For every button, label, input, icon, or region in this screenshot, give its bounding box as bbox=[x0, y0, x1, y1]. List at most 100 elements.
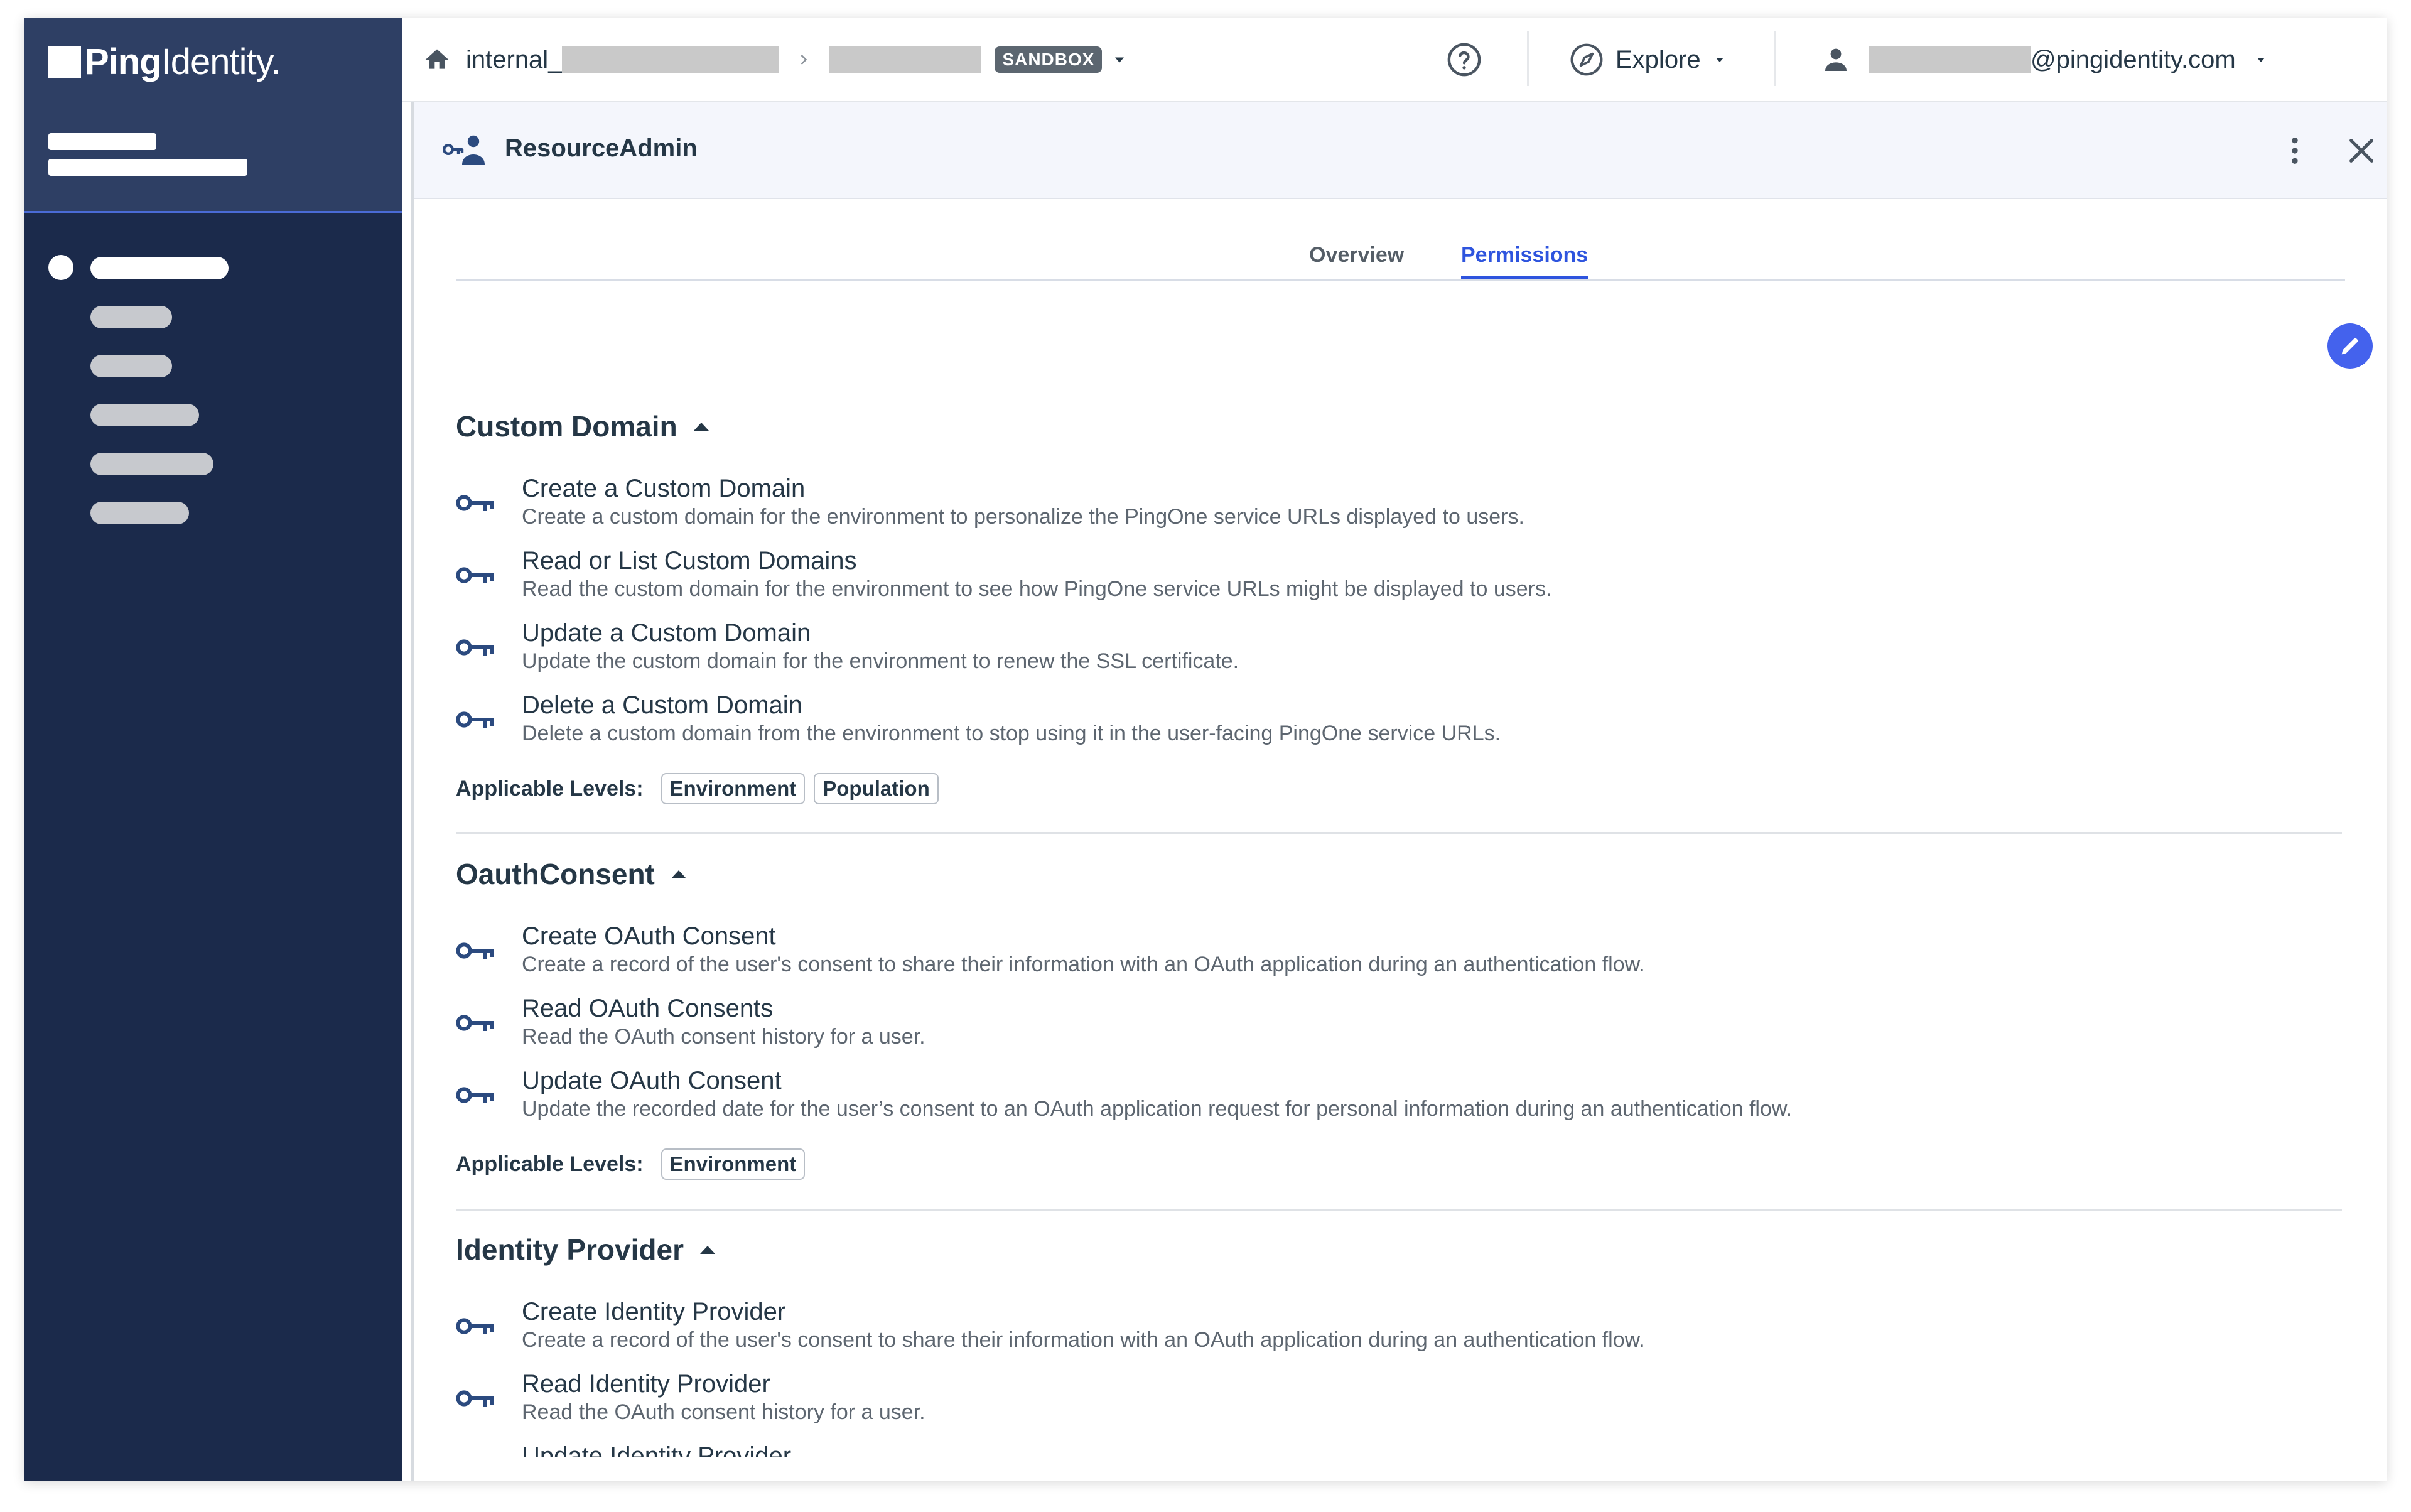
applicable-levels-label: Applicable Levels: bbox=[456, 1152, 644, 1176]
explore-label: Explore bbox=[1615, 45, 1701, 73]
permission-name: Create a Custom Domain bbox=[522, 475, 806, 502]
logo-mark bbox=[48, 45, 81, 78]
breadcrumb-environment-label: internal_ bbox=[466, 45, 563, 73]
permission-description: Read the OAuth consent history for a use… bbox=[522, 1025, 925, 1049]
logo-bold-text: Ping bbox=[85, 41, 162, 82]
permission-description: Update the custom domain for the environ… bbox=[522, 649, 1239, 673]
permission-group-title: Custom Domain bbox=[456, 410, 677, 443]
sidebar-item[interactable] bbox=[90, 355, 172, 377]
permission-group-header[interactable]: Identity Provider bbox=[456, 1231, 2342, 1268]
permission-group: Identity Provider bbox=[456, 1231, 2342, 1268]
caret-up-icon bbox=[671, 870, 686, 878]
sidebar-item[interactable] bbox=[90, 306, 172, 328]
environment-type-badge: SANDBOX bbox=[995, 46, 1103, 73]
caret-up-icon bbox=[693, 422, 709, 431]
chevron-down-icon bbox=[2253, 52, 2268, 67]
permission-group-title: OauthConsent bbox=[456, 858, 655, 890]
key-icon bbox=[456, 564, 495, 589]
permission-name: Update OAuth Consent bbox=[522, 1067, 782, 1094]
redacted-environment-name bbox=[562, 46, 779, 73]
key-icon bbox=[456, 1388, 495, 1412]
tab-bar: Overview Permissions bbox=[456, 243, 2345, 281]
key-icon bbox=[456, 709, 495, 733]
breadcrumb-environment[interactable]: internal_ bbox=[466, 46, 779, 74]
applicable-levels: Applicable Levels: Environment bbox=[456, 1148, 814, 1180]
level-chip: Environment bbox=[661, 1148, 806, 1180]
permission-description: Read the OAuth consent history for a use… bbox=[522, 1400, 925, 1424]
help-icon[interactable] bbox=[1446, 41, 1482, 78]
user-menu[interactable]: @pingidentity.com bbox=[1821, 41, 2268, 78]
header-divider bbox=[1774, 31, 1776, 86]
pencil-icon bbox=[2338, 333, 2363, 359]
permission-name: Update a Custom Domain bbox=[522, 619, 811, 647]
section-divider bbox=[456, 1209, 2342, 1211]
permission-name: Delete a Custom Domain bbox=[522, 691, 802, 719]
nav-active-indicator bbox=[48, 255, 73, 280]
permission-name: Create OAuth Consent bbox=[522, 922, 776, 950]
level-chip: Population bbox=[814, 773, 939, 804]
top-header: internal_ SANDBOX Explore @pingidentity.… bbox=[402, 18, 2387, 102]
sidebar-item[interactable] bbox=[90, 453, 213, 475]
environment-name-redacted[interactable] bbox=[48, 133, 156, 150]
explore-menu[interactable]: Explore bbox=[1569, 41, 1727, 78]
breadcrumb: internal_ SANDBOX bbox=[423, 41, 1128, 78]
user-icon bbox=[1821, 45, 1851, 75]
header-divider bbox=[1527, 31, 1529, 86]
user-email: @pingidentity.com bbox=[2031, 45, 2236, 73]
permission-description: Update the recorded date for the user’s … bbox=[522, 1097, 1793, 1121]
permission-group-header[interactable]: OauthConsent bbox=[456, 855, 2342, 893]
key-icon bbox=[456, 1012, 495, 1037]
permission-item: Create Identity Provider Create a record… bbox=[456, 1298, 2342, 1361]
permission-item: Update a Custom Domain Update the custom… bbox=[456, 619, 2342, 682]
panel-title: ResourceAdmin bbox=[505, 134, 698, 162]
permission-group-title: Identity Provider bbox=[456, 1233, 684, 1266]
permission-group-header[interactable]: Custom Domain bbox=[456, 408, 2342, 445]
permission-description: Create a custom domain for the environme… bbox=[522, 505, 1524, 529]
permission-description: Delete a custom domain from the environm… bbox=[522, 721, 1501, 745]
permission-name: Read OAuth Consents bbox=[522, 995, 774, 1022]
panel-header: ResourceAdmin bbox=[414, 102, 2387, 199]
permission-list: Create Identity Provider Create a record… bbox=[456, 1298, 2342, 1457]
sidebar-item[interactable] bbox=[90, 502, 189, 524]
tab-overview[interactable]: Overview bbox=[1309, 243, 1404, 276]
permission-item: Delete a Custom Domain Delete a custom d… bbox=[456, 691, 2342, 754]
more-vertical-icon[interactable] bbox=[2277, 133, 2312, 171]
organization-name-redacted[interactable] bbox=[48, 159, 247, 176]
permission-item: Update OAuth Consent Update the recorded… bbox=[456, 1067, 2342, 1130]
sidebar-header: PingIdentity. bbox=[24, 18, 402, 213]
sidebar-item-active[interactable] bbox=[90, 257, 229, 279]
chevron-right-icon bbox=[795, 51, 812, 68]
key-icon bbox=[456, 637, 495, 661]
chevron-down-icon bbox=[1712, 52, 1727, 67]
permission-item: Read OAuth Consents Read the OAuth conse… bbox=[456, 995, 2342, 1057]
edit-permissions-button[interactable] bbox=[2327, 323, 2373, 369]
key-user-icon bbox=[441, 132, 486, 170]
key-icon bbox=[456, 1315, 495, 1340]
redacted-user-name bbox=[1869, 46, 2031, 73]
level-chip: Environment bbox=[661, 773, 806, 804]
permission-name: Update Identity Provider bbox=[522, 1442, 792, 1457]
tab-permissions[interactable]: Permissions bbox=[1461, 243, 1588, 279]
permission-name: Read Identity Provider bbox=[522, 1370, 770, 1398]
sidebar-item[interactable] bbox=[90, 404, 199, 426]
close-icon[interactable] bbox=[2344, 133, 2379, 171]
logo-dot-text: . bbox=[271, 41, 281, 82]
permission-item: Create a Custom Domain Create a custom d… bbox=[456, 475, 2342, 537]
compass-icon bbox=[1569, 42, 1604, 77]
key-icon bbox=[456, 1084, 495, 1109]
permission-description: Create a record of the user's consent to… bbox=[522, 1328, 1645, 1352]
permission-item: Read or List Custom Domains Read the cus… bbox=[456, 547, 2342, 610]
role-detail-panel: ResourceAdmin Overview Permissions Custo… bbox=[411, 102, 2387, 1481]
chevron-down-icon[interactable] bbox=[1111, 51, 1128, 68]
home-icon[interactable] bbox=[423, 46, 451, 73]
ping-identity-logo[interactable]: PingIdentity. bbox=[48, 41, 281, 83]
section-divider bbox=[456, 832, 2342, 834]
permission-item: Update Identity Provider bbox=[456, 1442, 2342, 1457]
key-icon bbox=[456, 940, 495, 964]
sidebar: PingIdentity. bbox=[24, 18, 402, 1481]
permission-group: Custom Domain bbox=[456, 408, 2342, 445]
key-icon bbox=[456, 492, 495, 517]
applicable-levels: Applicable Levels: Environment Populatio… bbox=[456, 773, 947, 804]
permission-description: Read the custom domain for the environme… bbox=[522, 577, 1552, 601]
permission-group: OauthConsent bbox=[456, 855, 2342, 893]
